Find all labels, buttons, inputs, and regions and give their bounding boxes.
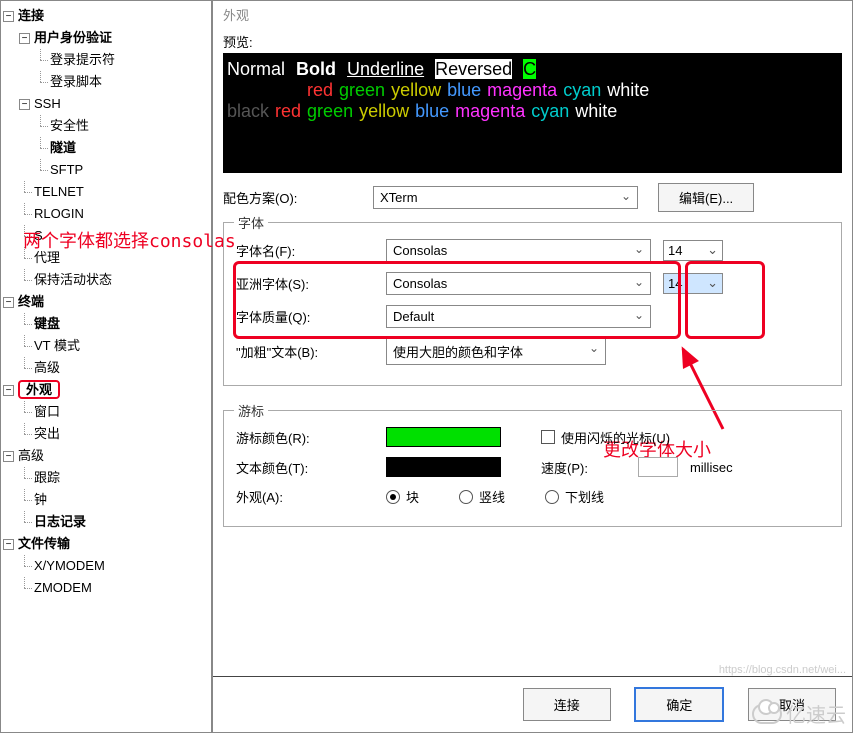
collapse-icon[interactable]: −: [3, 297, 14, 308]
tree-advanced[interactable]: 高级: [34, 360, 60, 375]
collapse-icon[interactable]: −: [19, 33, 30, 44]
asia-font-select[interactable]: Consolas: [386, 272, 651, 295]
cursor-color-swatch[interactable]: [386, 427, 501, 447]
tree-tunnel[interactable]: 隧道: [50, 140, 76, 155]
tree-telnet[interactable]: TELNET: [34, 184, 84, 199]
scheme-label: 配色方案(O):: [223, 188, 373, 207]
tree-login-script[interactable]: 登录脚本: [50, 74, 102, 89]
annotation-font: 两个字体都选择consolas: [23, 227, 236, 253]
tree-vtmode[interactable]: VT 模式: [34, 338, 80, 353]
cursor-color-label: 游标颜色(R):: [236, 428, 386, 447]
font-name-label: 字体名(F):: [236, 241, 386, 260]
tree-keyboard[interactable]: 键盘: [34, 316, 60, 331]
preview-box: Normal Bold Underline Reversed Cursor re…: [223, 53, 842, 173]
tree-auth[interactable]: 用户身份验证: [34, 30, 112, 45]
font-size-1[interactable]: 14: [663, 240, 723, 261]
bold-text-select[interactable]: 使用大胆的颜色和字体: [386, 338, 606, 365]
tree-bell[interactable]: 钟: [34, 492, 47, 507]
radio-block[interactable]: 块: [386, 487, 419, 506]
tree-login-prompt[interactable]: 登录提示符: [50, 52, 115, 67]
tree-sftp[interactable]: SFTP: [50, 162, 83, 177]
bold-text-label: "加粗"文本(B):: [236, 342, 386, 361]
asia-font-label: 亚洲字体(S):: [236, 274, 386, 293]
tree-appearance[interactable]: 外观: [18, 380, 60, 399]
font-name-select[interactable]: Consolas: [386, 239, 651, 262]
millisec-label: millisec: [690, 460, 733, 475]
speed-input[interactable]: [638, 457, 678, 477]
tree-advanced2[interactable]: 高级: [18, 448, 44, 463]
tree-terminal[interactable]: 终端: [18, 294, 44, 309]
font-group: 字体 字体名(F): Consolas 14 亚洲字体(S): Consolas…: [223, 222, 842, 386]
tree-rlogin[interactable]: RLOGIN: [34, 206, 84, 221]
category-tree: −连接 −用户身份验证 登录提示符 登录脚本 −SSH 安全性 隧道 SFTP …: [1, 1, 213, 732]
tree-zmodem[interactable]: ZMODEM: [34, 580, 92, 595]
tree-logging[interactable]: 日志记录: [34, 514, 86, 529]
font-size-2[interactable]: 14: [663, 273, 723, 294]
tree-filetransfer[interactable]: 文件传输: [18, 536, 70, 551]
tree-highlight[interactable]: 突出: [34, 426, 60, 441]
text-color-swatch[interactable]: [386, 457, 501, 477]
collapse-icon[interactable]: −: [3, 385, 14, 396]
scheme-select[interactable]: XTerm: [373, 186, 638, 209]
collapse-icon[interactable]: −: [3, 539, 14, 550]
preview-label: 预览:: [223, 32, 842, 51]
cursor-group: 游标 游标颜色(R): 使用闪烁的光标(U) 文本颜色(T): 速度(P): m…: [223, 410, 842, 527]
tree-window[interactable]: 窗口: [34, 404, 60, 419]
tree-xymodem[interactable]: X/YMODEM: [34, 558, 105, 573]
text-color-label: 文本颜色(T):: [236, 458, 386, 477]
watermark: https://blog.csdn.net/wei...: [719, 664, 846, 676]
tree-security[interactable]: 安全性: [50, 118, 89, 133]
speed-label: 速度(P):: [541, 458, 588, 477]
ok-button[interactable]: 确定: [634, 687, 724, 722]
breadcrumb: 外观: [223, 5, 842, 24]
quality-select[interactable]: Default: [386, 305, 651, 328]
collapse-icon[interactable]: −: [3, 11, 14, 22]
tree-keepalive[interactable]: 保持活动状态: [34, 272, 112, 287]
brand-logo: 亿速云: [752, 699, 846, 728]
tree-connection[interactable]: 连接: [18, 8, 44, 23]
tree-ssh[interactable]: SSH: [34, 96, 61, 111]
radio-vline[interactable]: 竖线: [459, 487, 505, 506]
cursor-appearance-label: 外观(A):: [236, 487, 386, 506]
radio-underline[interactable]: 下划线: [545, 487, 604, 506]
connect-button[interactable]: 连接: [523, 688, 611, 721]
tree-trace[interactable]: 跟踪: [34, 470, 60, 485]
collapse-icon[interactable]: −: [3, 451, 14, 462]
quality-label: 字体质量(Q):: [236, 307, 386, 326]
edit-button[interactable]: 编辑(E)...: [658, 183, 754, 212]
collapse-icon[interactable]: −: [19, 99, 30, 110]
blink-checkbox[interactable]: 使用闪烁的光标(U): [541, 428, 670, 447]
